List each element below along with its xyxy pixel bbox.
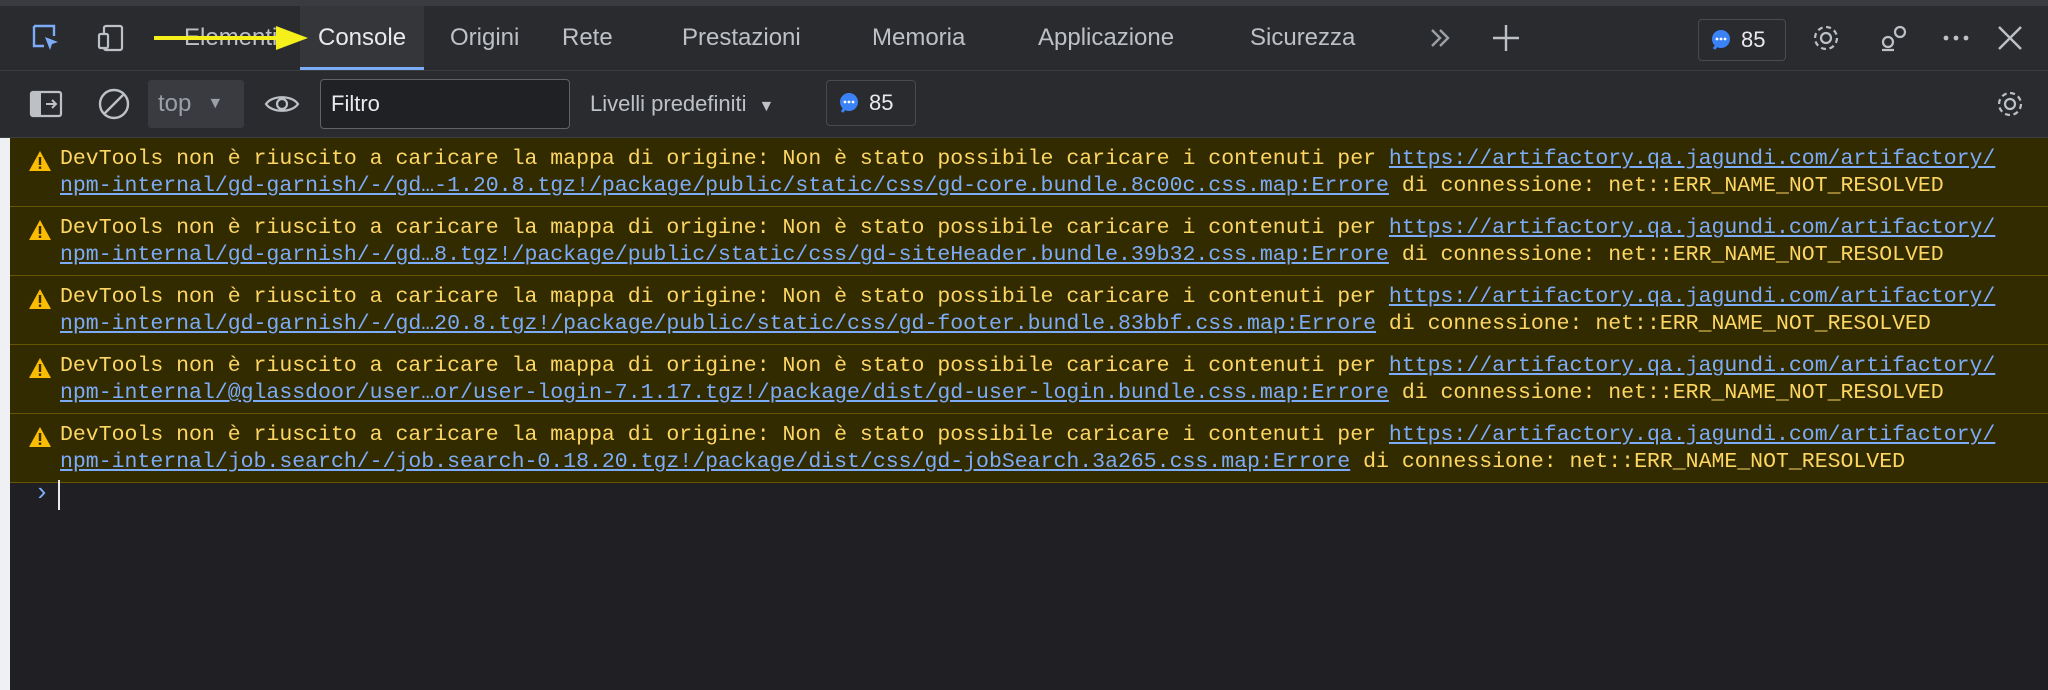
issues-icon xyxy=(1712,30,1730,50)
issues-count: 85 xyxy=(1741,27,1766,52)
context-label: top xyxy=(158,90,192,117)
tab-console[interactable]: Console xyxy=(300,6,425,70)
warning-error-text: di connessione: net::ERR_NAME_NOT_RESOLV… xyxy=(1388,381,1944,405)
console-input-caret[interactable] xyxy=(58,480,60,510)
warning-text: DevTools non è riuscito a caricare la ma… xyxy=(60,216,1389,240)
inspect-icon[interactable] xyxy=(28,20,64,56)
tab-memoria[interactable]: Memoria xyxy=(872,6,965,70)
issues-icon xyxy=(840,93,858,113)
console-toolbar: top ▼ Livelli predefiniti ▼ 85 xyxy=(0,71,2048,138)
warning-icon xyxy=(29,427,51,447)
warning-icon xyxy=(29,220,51,240)
issues-badge[interactable]: 85 xyxy=(1698,19,1786,61)
warning-text: DevTools non è riuscito a caricare la ma… xyxy=(60,354,1389,378)
console-warning-message: DevTools non è riuscito a caricare la ma… xyxy=(10,276,2048,345)
clear-console-icon[interactable] xyxy=(94,84,134,124)
warning-text: DevTools non è riuscito a caricare la ma… xyxy=(60,147,1389,171)
tab-applicazione[interactable]: Applicazione xyxy=(1038,6,1174,70)
warning-text: DevTools non è riuscito a caricare la ma… xyxy=(60,423,1389,447)
live-expression-eye-icon[interactable] xyxy=(262,84,302,124)
log-levels-dropdown[interactable]: Livelli predefiniti ▼ xyxy=(590,79,774,129)
filter-input[interactable] xyxy=(320,79,570,129)
log-levels-label: Livelli predefiniti xyxy=(590,91,747,116)
tab-prestazioni[interactable]: Prestazioni xyxy=(682,6,801,70)
console-output: DevTools non è riuscito a caricare la ma… xyxy=(10,138,2048,690)
annotation-arrow-icon xyxy=(154,26,308,50)
console-warning-message: DevTools non è riuscito a caricare la ma… xyxy=(10,207,2048,276)
warning-error-text: di connessione: net::ERR_NAME_NOT_RESOLV… xyxy=(1388,243,1944,267)
warning-icon xyxy=(29,289,51,309)
context-selector[interactable]: top ▼ xyxy=(148,80,244,128)
customize-icon[interactable] xyxy=(1876,20,1912,56)
console-prompt-icon: › xyxy=(34,478,50,508)
page-edge xyxy=(0,138,10,690)
warning-icon xyxy=(29,151,51,171)
warning-error-text: di connessione: net::ERR_NAME_NOT_RESOLV… xyxy=(1376,312,1931,336)
warning-text: DevTools non è riuscito a caricare la ma… xyxy=(60,285,1389,309)
console-warning-message: DevTools non è riuscito a caricare la ma… xyxy=(10,138,2048,207)
tab-origini[interactable]: Origini xyxy=(450,6,519,70)
console-warning-message: DevTools non è riuscito a caricare la ma… xyxy=(10,345,2048,414)
settings-icon[interactable] xyxy=(1808,20,1844,56)
toolbar-issues-count: 85 xyxy=(869,90,894,115)
tab-sicurezza[interactable]: Sicurezza xyxy=(1250,6,1355,70)
add-tab-icon[interactable] xyxy=(1488,20,1524,56)
warning-error-text: di connessione: net::ERR_NAME_NOT_RESOLV… xyxy=(1388,174,1944,198)
console-settings-icon[interactable] xyxy=(1990,84,2030,124)
device-toggle-icon[interactable] xyxy=(94,20,130,56)
chevron-down-icon: ▼ xyxy=(758,98,775,115)
tab-rete[interactable]: Rete xyxy=(562,6,613,70)
more-options-icon[interactable] xyxy=(1938,20,1974,56)
devtools-tab-bar: Elementi Console Origini Rete Prestazion… xyxy=(0,6,2048,71)
console-warning-message: DevTools non è riuscito a caricare la ma… xyxy=(10,414,2048,483)
more-tabs-icon[interactable] xyxy=(1422,20,1458,56)
sidebar-toggle-icon[interactable] xyxy=(26,84,66,124)
toolbar-issues-badge[interactable]: 85 xyxy=(826,80,916,126)
close-icon[interactable] xyxy=(1992,20,2028,56)
warning-icon xyxy=(29,358,51,378)
warning-error-text: di connessione: net::ERR_NAME_NOT_RESOLV… xyxy=(1350,450,1906,474)
chevron-down-icon: ▼ xyxy=(207,95,224,112)
